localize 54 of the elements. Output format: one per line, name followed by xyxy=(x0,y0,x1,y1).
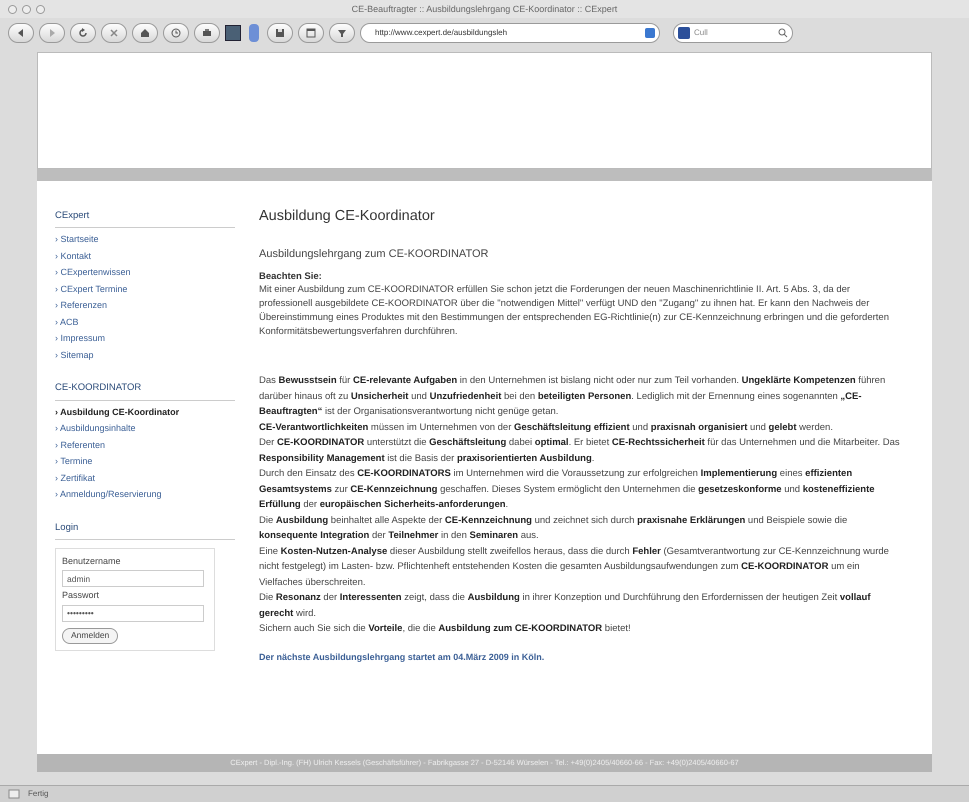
sidebar-link[interactable]: › Referenzen xyxy=(55,297,235,314)
username-field[interactable]: admin xyxy=(62,570,204,588)
sidebar-link[interactable]: › Anmeldung/Reservierung xyxy=(55,486,235,502)
sidebar-link[interactable]: › Referenten xyxy=(55,436,235,453)
announcement-text: Der nächste Ausbildungslehrgang startet am 04.März 2009 in Köln. xyxy=(259,650,546,664)
body-paragraph: Durch den Einsatz des CE-KOORDINATORS im Unternehmen wird die Voraussetzung zur erfolgreichen Implementierung eines effizienten Gesamtsystems zur CE-Kennzeichnung geschaffen. Dieses System ermöglicht den Unternehmen die gesetzeskonforme und kosteneffiziente Erfüllung der europäischen Sicherheits-anforderungen. xyxy=(259,467,876,512)
window-title: CE-Beauftragter :: Ausbildungslehrgang CE-Koordinator :: CExpert xyxy=(350,3,618,16)
toolbar-button[interactable] xyxy=(329,23,355,43)
toolbar-button[interactable] xyxy=(132,23,158,43)
sidebar-link[interactable]: › CExpert Termine xyxy=(55,280,235,298)
page-icon xyxy=(8,789,20,799)
body-paragraph: Eine Kosten-Nutzen-Analyse dieser Ausbildung stellt zweifellos heraus, dass die durch Fehler (Gesamtverantwortung zur CE-Kennzeichnung wurde nicht festgelegt) im Lasten- bzw. Pflichtenheft entstehenden Kosten die gesamten Ausbildungsaufwendungen zum CE-KOORDINATOR um ein Vielfaches überschreiten. xyxy=(259,544,890,590)
toolbar-button[interactable] xyxy=(70,23,96,43)
status-text: Fertig xyxy=(28,788,48,800)
body-paragraph: Die Ausbildung beinhaltet alle Aspekte der CE-Kennzeichnung und zeichnet sich durch praxisnahe Erklärungen und Beispiele sowie die konsequente Integration der Teilnehmer in den Seminaren aus. xyxy=(259,514,848,543)
body-paragraph: Das Bewusstsein für CE-relevante Aufgaben in den Unternehmen ist bislang nicht oder nur zum Teil vorhanden. Ungeklärte Kompetenzen führen darüber hinaus oft zu Unsicherheit und Unzufriedenheit bei den beteiligten Personen. Lediglich mit der Ernennung eines sogenannten „CE-Beauftragten“ ist der Organisationsverantwortung nicht genüge getan. xyxy=(259,374,886,419)
toolbar-button[interactable] xyxy=(194,23,220,43)
sidebar-link[interactable]: › Impressum xyxy=(55,330,235,347)
sidebar-link[interactable]: › CExpertenwissen xyxy=(55,264,235,281)
field-label: Passwort xyxy=(62,589,100,602)
sidebar-link[interactable]: › ACB xyxy=(55,314,235,330)
toolbar-button[interactable] xyxy=(163,23,189,43)
toolbar-button[interactable] xyxy=(101,23,127,43)
sidebar-link[interactable]: › Sitemap xyxy=(55,346,235,364)
search-engine-icon[interactable] xyxy=(678,27,690,39)
address-field[interactable]: http://www.cexpert.de/ausbildungsleh xyxy=(360,23,660,43)
section-heading: CExpert xyxy=(55,209,235,228)
sidebar-link[interactable]: › Termine xyxy=(55,453,235,470)
sidebar-link[interactable]: › Zertifikat xyxy=(55,470,235,486)
sidebar-link[interactable]: › Startseite xyxy=(55,231,235,248)
section-heading: CE-KOORDINATOR xyxy=(55,381,235,400)
window-icon xyxy=(304,26,318,40)
login-button[interactable]: Anmelden xyxy=(62,628,118,644)
sidebar-link[interactable]: › Ausbildungsinhalte xyxy=(55,420,235,436)
toolbar-button[interactable] xyxy=(267,23,293,43)
section-heading: Login xyxy=(55,520,235,540)
field-label: Benutzername xyxy=(62,554,122,568)
sidebar-link[interactable]: › Ausbildung CE-Koordinator xyxy=(55,404,235,420)
toolbar-button[interactable] xyxy=(8,23,34,43)
body-paragraph: CE-Verantwortlichkeiten müssen im Unternehmen von der Geschäftsleitung effizient und praxisnah organisiert und gelebt werden. xyxy=(259,420,834,434)
home-icon xyxy=(138,26,152,40)
notice-heading: Beachten Sie: xyxy=(259,270,323,283)
password-field[interactable]: ••••••••• xyxy=(62,604,204,622)
search-field[interactable]: Cull xyxy=(673,23,793,43)
search-icon xyxy=(778,28,788,38)
notice-text: Mit einer Ausbildung zum CE-KOORDINATOR erfüllen Sie schon jetzt die Forderungen der neuen Maschinenrichtlinie II. Art. 5 Abs. 3, da der professionell ausgebildete CE-KOORDINATOR über die "notwendigen Mittel" verfügt UND den "Zugang" zu ihnen hat. Er kann den Nachweis der Übereinstimmung eines Produktes mit den Bestimmungen der entsprechenden EG-Richtlinie(n) zur CE-Kennzeichnung erbringen und die geforderten Konformitätsbewertungsverfahren durchführen. xyxy=(259,283,890,339)
body-paragraph: Die Resonanz der Interessenten zeigt, dass die Ausbildung in ihrer Konzeption und Durchführung den Erfordernissen der heutigen Zeit vollauf gerecht wird. xyxy=(259,591,872,620)
sidebar-link[interactable]: › Kontakt xyxy=(55,248,235,264)
body-paragraph: Sichern auch Sie sich die Vorteile, die die Ausbildung zum CE-KOORDINATOR bietet! xyxy=(259,622,632,636)
clock-icon xyxy=(169,26,183,40)
page-title: Ausbildung CE-Koordinator xyxy=(259,209,436,224)
toolbar-button[interactable] xyxy=(298,23,324,43)
body-paragraph: Der CE-KOORDINATOR unterstützt die Geschäftsleitung dabei optimal. Er bietet CE-Rechtssicherheit für das Unternehmen und die Mitarbeiter. Das Responsibility Management ist die Basis der praxisorientierten Ausbildung. xyxy=(259,436,901,466)
page-subtitle: Ausbildungslehrgang zum CE-KOORDINATOR xyxy=(259,246,490,262)
